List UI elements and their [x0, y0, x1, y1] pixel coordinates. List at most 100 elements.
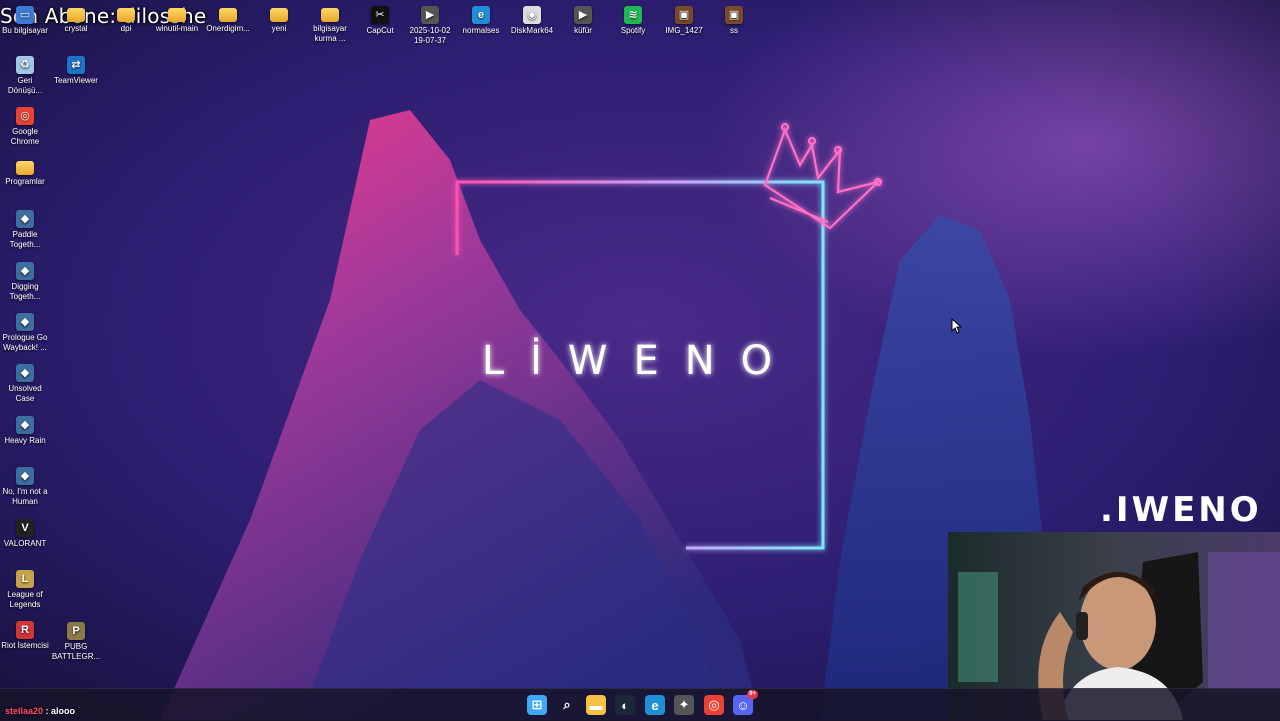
desktop-icon-label: Google Chrome	[10, 127, 40, 147]
game-icon: ◆	[16, 364, 34, 383]
teamviewer-icon: ⇄	[67, 56, 85, 74]
capcut-icon: ✂	[371, 6, 389, 24]
folder-icon	[16, 160, 34, 175]
search-button[interactable]: ⌕	[557, 695, 577, 715]
desktop-icon[interactable]: ◆ No, I'm not a Human	[0, 463, 50, 507]
chrome-icon: ◎	[708, 697, 720, 712]
desktop-icon-label: PUBG BATTLEGR...	[51, 642, 101, 661]
stream-chat-message: stellaa20 : alooo	[5, 706, 75, 716]
desktop-icon-label: Programlar	[5, 176, 45, 186]
folder-icon	[117, 8, 135, 22]
desktop-icon[interactable]: ▶ küfür	[558, 2, 608, 36]
desktop-icon[interactable]: ◆ Unsolved Case	[0, 360, 50, 404]
game-icon: ◆	[16, 261, 34, 280]
desktop-icon-label: VALORANT	[3, 538, 47, 548]
desktop-icon-label: küfür	[574, 26, 592, 35]
app-icon: ✦	[678, 697, 690, 712]
desktop-icon[interactable]: ◉ DiskMark64	[507, 2, 557, 36]
discord-icon: ☺	[736, 697, 750, 713]
desktop-icon[interactable]: L League of Legends	[0, 566, 50, 610]
desktop-icon-label: DiskMark64	[510, 26, 554, 35]
desktop-icon-label: Heavy Rain	[4, 435, 46, 445]
folder-icon	[270, 8, 288, 22]
desktop-icon[interactable]: V VALORANT	[0, 515, 50, 549]
riot-icon: R	[16, 621, 34, 640]
image-file-icon: ▣	[725, 6, 743, 24]
desktop-icon[interactable]: ▶ 2025-10-02 19-07-37	[405, 2, 455, 46]
desktop-icon[interactable]: winutil-main	[152, 2, 202, 34]
desktop-icon[interactable]: ◎ Google Chrome	[0, 103, 50, 147]
desktop-icon[interactable]: yeni	[254, 2, 304, 34]
wallpaper-title: LİWENO	[482, 336, 798, 384]
file-explorer-button[interactable]: ▬	[586, 695, 606, 715]
desktop-icon[interactable]: ♻ Geri Dönüşü...	[0, 52, 50, 96]
pubg-icon: P	[67, 622, 85, 640]
folder-icon	[321, 8, 339, 22]
folder-icon: ▬	[589, 697, 603, 713]
recycle-bin-icon: ♻	[16, 56, 34, 74]
steam-button[interactable]: ◐	[615, 695, 635, 715]
desktop-icon-label: bilgisayar kurma ...	[313, 24, 347, 43]
diskmark-icon: ◉	[523, 6, 541, 24]
desktop-icon-label: winutil-main	[155, 24, 199, 33]
game-icon: ◆	[16, 210, 34, 229]
steam-icon: ◐	[621, 697, 629, 713]
valorant-icon: V	[16, 518, 34, 537]
desktop-icon[interactable]: Programlar	[0, 155, 50, 187]
desktop-icon[interactable]: dpi	[101, 2, 151, 34]
desktop-icon[interactable]: ✂ CapCut	[355, 2, 405, 36]
desktop-icon[interactable]: crystal	[51, 2, 101, 34]
folder-icon	[168, 8, 186, 22]
desktop-icon[interactable]: bilgisayar kurma ...	[305, 2, 355, 44]
desktop-icon-label: ss	[730, 26, 738, 35]
game-icon: ◆	[16, 415, 34, 434]
app-button[interactable]: ✦	[674, 695, 694, 715]
spotify-icon: ≋	[624, 6, 642, 24]
desktop-icon-label: crystal	[64, 24, 88, 33]
search-icon: ⌕	[563, 697, 571, 712]
desktop-icon[interactable]: ⇄ TeamViewer	[51, 52, 101, 86]
league-icon: L	[16, 570, 34, 588]
video-file-icon: ▶	[574, 6, 592, 24]
desktop-icon[interactable]: ≋ Spotify	[608, 2, 658, 36]
desktop-icon-label: Bu bilgisayar	[2, 26, 48, 35]
desktop-icon-label: No, I'm not a Human	[2, 487, 48, 507]
desktop-icon-label: normalses	[462, 26, 500, 35]
desktop-icon-label: League of Legends	[7, 590, 43, 609]
edge-button[interactable]: e	[645, 695, 665, 715]
mouse-cursor-icon	[951, 318, 963, 334]
desktop-icon-label: Unsolved Case	[8, 384, 42, 404]
folder-icon	[219, 8, 237, 22]
desktop-icon-label: 2025-10-02 19-07-37	[409, 26, 451, 45]
desktop-icon[interactable]: Onerdigim...	[203, 2, 253, 34]
discord-button[interactable]: ☺ 9+	[733, 690, 758, 715]
desktop-icon[interactable]: ▭ Bu bilgisayar	[0, 2, 50, 36]
image-file-icon: ▣	[675, 6, 693, 24]
desktop-icon-label: Onerdigim...	[206, 24, 250, 33]
game-icon: ◆	[16, 313, 34, 331]
brand-logo-overlay: .IWENO	[1100, 490, 1262, 530]
desktop-icon-label: Paddle Togeth...	[9, 230, 41, 250]
desktop-icon[interactable]: e normalses	[456, 2, 506, 36]
chrome-icon: ◎	[16, 107, 34, 126]
desktop-icon[interactable]: ▣ IMG_1427	[659, 2, 709, 36]
chrome-button[interactable]: ◎	[704, 695, 724, 715]
folder-icon	[67, 8, 85, 22]
desktop-icon[interactable]: P PUBG BATTLEGR...	[51, 618, 101, 662]
computer-icon: ▭	[16, 6, 34, 24]
desktop-icon[interactable]: ▣ ss	[709, 2, 759, 36]
start-button[interactable]: ⊞	[527, 695, 547, 715]
desktop-icon[interactable]: ◆ Heavy Rain	[0, 412, 50, 446]
desktop-icon[interactable]: ◆ Prologue Go Wayback! ...	[0, 309, 50, 353]
desktop-icon-label: dpi	[120, 24, 132, 33]
desktop-icon[interactable]: R Riot İstemcisi	[0, 617, 50, 651]
video-file-icon: ▶	[421, 6, 439, 24]
desktop-icon[interactable]: ◆ Paddle Togeth...	[0, 206, 50, 250]
desktop-icon[interactable]: ◆ Digging Togeth...	[0, 258, 50, 302]
desktop-icon-label: Geri Dönüşü...	[7, 76, 43, 95]
chat-text: : alooo	[43, 706, 76, 716]
desktop-icon-label: Prologue Go Wayback! ...	[2, 333, 48, 352]
desktop-icon-label: yeni	[271, 24, 287, 33]
taskbar: ⊞ ⌕ ▬ ◐ e ✦ ◎ ☺ 9+	[0, 688, 1280, 721]
desktop-icon-label: Spotify	[620, 26, 646, 35]
